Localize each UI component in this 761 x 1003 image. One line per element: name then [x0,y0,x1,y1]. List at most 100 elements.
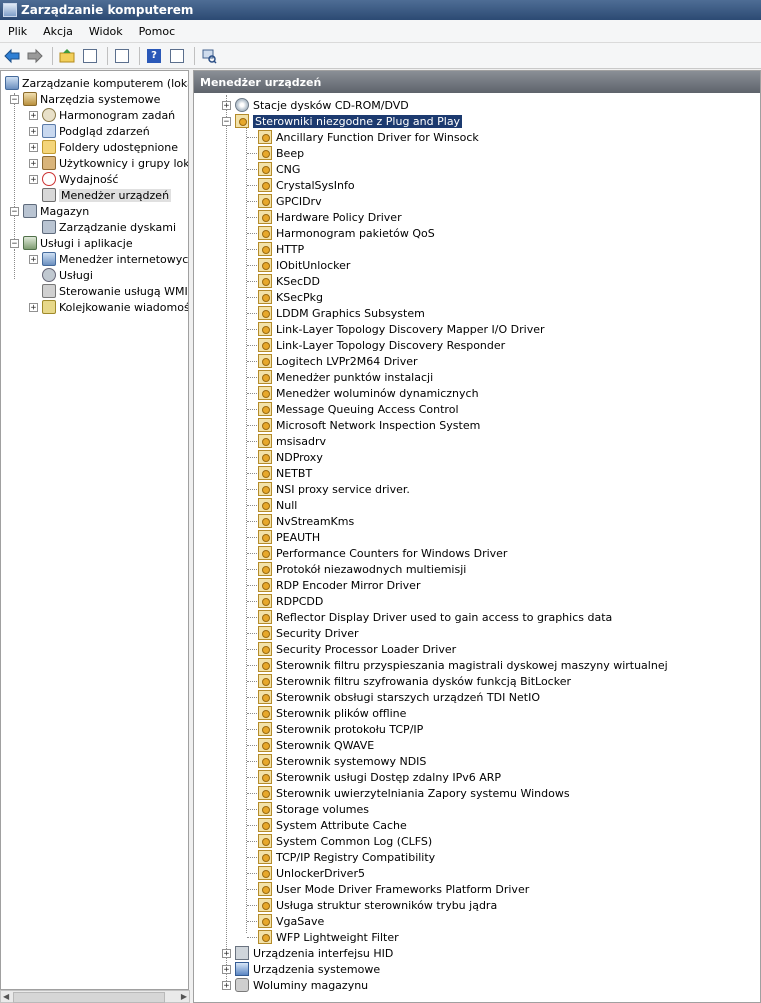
up-folder-icon[interactable] [57,46,77,66]
device-category[interactable]: + Urządzenia systemowe [222,961,380,977]
driver-list-item[interactable]: User Mode Driver Frameworks Platform Dri… [258,881,529,897]
driver-list-item[interactable]: Menedżer punktów instalacji [258,369,433,385]
horizontal-scrollbar[interactable]: ◀ ▶ [0,990,190,1003]
collapse-icon[interactable]: − [10,94,19,104]
scrollbar-thumb[interactable] [13,992,165,1003]
expand-icon[interactable]: + [222,100,231,110]
tree-item-task-scheduler[interactable]: + Harmonogram zadań [29,107,175,123]
driver-list-item[interactable]: Sterownik plików offline [258,705,406,721]
tree-item-local-users[interactable]: + Użytkownicy i grupy lokalne [29,155,188,171]
tree-item-performance[interactable]: + Wydajność [29,171,118,187]
menu-action[interactable]: Akcja [35,25,81,38]
forward-arrow-icon[interactable] [25,46,45,66]
driver-list-item[interactable]: Sterownik obsługi starszych urządzeń TDI… [258,689,540,705]
driver-list-item[interactable]: Protokół niezawodnych multiemisji [258,561,466,577]
help-icon[interactable]: ? [144,46,164,66]
expand-icon[interactable]: + [29,174,38,184]
driver-list-item[interactable]: Sterownik uwierzytelniania Zapory system… [258,785,570,801]
driver-list-item[interactable]: Performance Counters for Windows Driver [258,545,507,561]
driver-list-item[interactable]: Ancillary Function Driver for Winsock [258,129,479,145]
driver-list-item[interactable]: GPCIDrv [258,193,322,209]
expand-icon[interactable]: + [29,126,38,136]
expand-icon[interactable]: + [29,302,38,312]
expand-icon[interactable]: + [222,964,231,974]
driver-list-item[interactable]: Message Queuing Access Control [258,401,459,417]
driver-list-item[interactable]: Logitech LVPr2M64 Driver [258,353,418,369]
driver-list-item[interactable]: Link-Layer Topology Discovery Responder [258,337,505,353]
driver-list-item[interactable]: Harmonogram pakietów QoS [258,225,435,241]
scroll-left-icon[interactable]: ◀ [3,992,9,1001]
driver-list-item[interactable]: KSecPkg [258,289,323,305]
tree-item-storage[interactable]: − Magazyn [10,203,89,219]
collapse-icon[interactable]: − [222,116,231,126]
expand-icon[interactable]: + [222,948,231,958]
driver-list-item[interactable]: Security Driver [258,625,359,641]
driver-list-item[interactable]: System Common Log (CLFS) [258,833,432,849]
driver-list-item[interactable]: Sterownik usługi Dostęp zdalny IPv6 ARP [258,769,501,785]
tree-item-iis-manager[interactable]: + Menedżer internetowych usług informacy… [29,251,188,267]
driver-list-item[interactable]: LDDM Graphics Subsystem [258,305,425,321]
device-category[interactable]: + Woluminy magazynu [222,977,368,993]
tree-item-system-tools[interactable]: − Narzędzia systemowe [10,91,160,107]
driver-list-item[interactable]: Usługa struktur sterowników trybu jądra [258,897,497,913]
scan-hardware-icon[interactable] [199,46,219,66]
tree-item-message-queuing[interactable]: + Kolejkowanie wiadomości [29,299,188,315]
driver-list-item[interactable]: NDProxy [258,449,323,465]
expand-icon[interactable]: + [29,158,38,168]
tree-item-device-manager[interactable]: Menedżer urządzeń [29,187,172,203]
driver-list-item[interactable]: System Attribute Cache [258,817,407,833]
driver-list-item[interactable]: Hardware Policy Driver [258,209,402,225]
tree-item-services[interactable]: Usługi [29,267,93,283]
category-non-pnp-drivers[interactable]: − Sterowniki niezgodne z Plug and Play [222,113,463,129]
driver-list-item[interactable]: Sterownik QWAVE [258,737,374,753]
driver-list-item[interactable]: Link-Layer Topology Discovery Mapper I/O… [258,321,545,337]
collapse-icon[interactable]: − [10,206,19,216]
expand-icon[interactable]: + [29,254,38,264]
scroll-right-icon[interactable]: ▶ [181,992,187,1001]
action-pane-icon[interactable] [167,46,187,66]
menu-view[interactable]: Widok [81,25,131,38]
device-category[interactable]: + Urządzenia interfejsu HID [222,945,393,961]
tree-item-services-apps[interactable]: − Usługi i aplikacje [10,235,133,251]
tree-item-wmi-control[interactable]: Sterowanie usługą WMI [29,283,188,299]
driver-list-item[interactable]: Sterownik filtru szyfrowania dysków funk… [258,673,571,689]
driver-list-item[interactable]: Menedżer woluminów dynamicznych [258,385,479,401]
menu-file[interactable]: Plik [0,25,35,38]
driver-list-item[interactable]: TCP/IP Registry Compatibility [258,849,435,865]
driver-list-item[interactable]: Null [258,497,297,513]
driver-list-item[interactable]: PEAUTH [258,529,320,545]
driver-list-item[interactable]: msisadrv [258,433,326,449]
expand-icon[interactable]: + [29,110,38,120]
tree-root[interactable]: Zarządzanie komputerem (lokalne) [5,75,188,91]
driver-list-item[interactable]: KSecDD [258,273,320,289]
driver-list-item[interactable]: CrystalSysInfo [258,177,355,193]
driver-list-item[interactable]: RDP Encoder Mirror Driver [258,577,420,593]
menu-help[interactable]: Pomoc [131,25,183,38]
expand-icon[interactable]: + [29,142,38,152]
driver-list-item[interactable]: IObitUnlocker [258,257,350,273]
driver-list-item[interactable]: Sterownik filtru przyspieszania magistra… [258,657,668,673]
tree-item-event-viewer[interactable]: + Podgląd zdarzeń [29,123,150,139]
show-hide-tree-icon[interactable] [80,46,100,66]
back-arrow-icon[interactable] [2,46,22,66]
driver-list-item[interactable]: Microsoft Network Inspection System [258,417,480,433]
collapse-icon[interactable]: − [10,238,19,248]
driver-list-item[interactable]: Beep [258,145,304,161]
driver-list-item[interactable]: Sterownik systemowy NDIS [258,753,426,769]
driver-list-item[interactable]: VgaSave [258,913,324,929]
driver-list-item[interactable]: Storage volumes [258,801,369,817]
tree-item-disk-management[interactable]: Zarządzanie dyskami [29,219,176,235]
driver-list-item[interactable]: Sterownik protokołu TCP/IP [258,721,423,737]
driver-list-item[interactable]: WFP Lightweight Filter [258,929,399,945]
driver-list-item[interactable]: HTTP [258,241,304,257]
driver-list-item[interactable]: Security Processor Loader Driver [258,641,456,657]
tree-item-shared-folders[interactable]: + Foldery udostępnione [29,139,178,155]
properties-icon[interactable] [112,46,132,66]
category-cdrom[interactable]: + Stacje dysków CD-ROM/DVD [222,97,409,113]
driver-list-item[interactable]: CNG [258,161,300,177]
driver-list-item[interactable]: Reflector Display Driver used to gain ac… [258,609,612,625]
driver-list-item[interactable]: NvStreamKms [258,513,354,529]
expand-icon[interactable]: + [222,980,231,990]
driver-list-item[interactable]: RDPCDD [258,593,323,609]
driver-list-item[interactable]: UnlockerDriver5 [258,865,365,881]
